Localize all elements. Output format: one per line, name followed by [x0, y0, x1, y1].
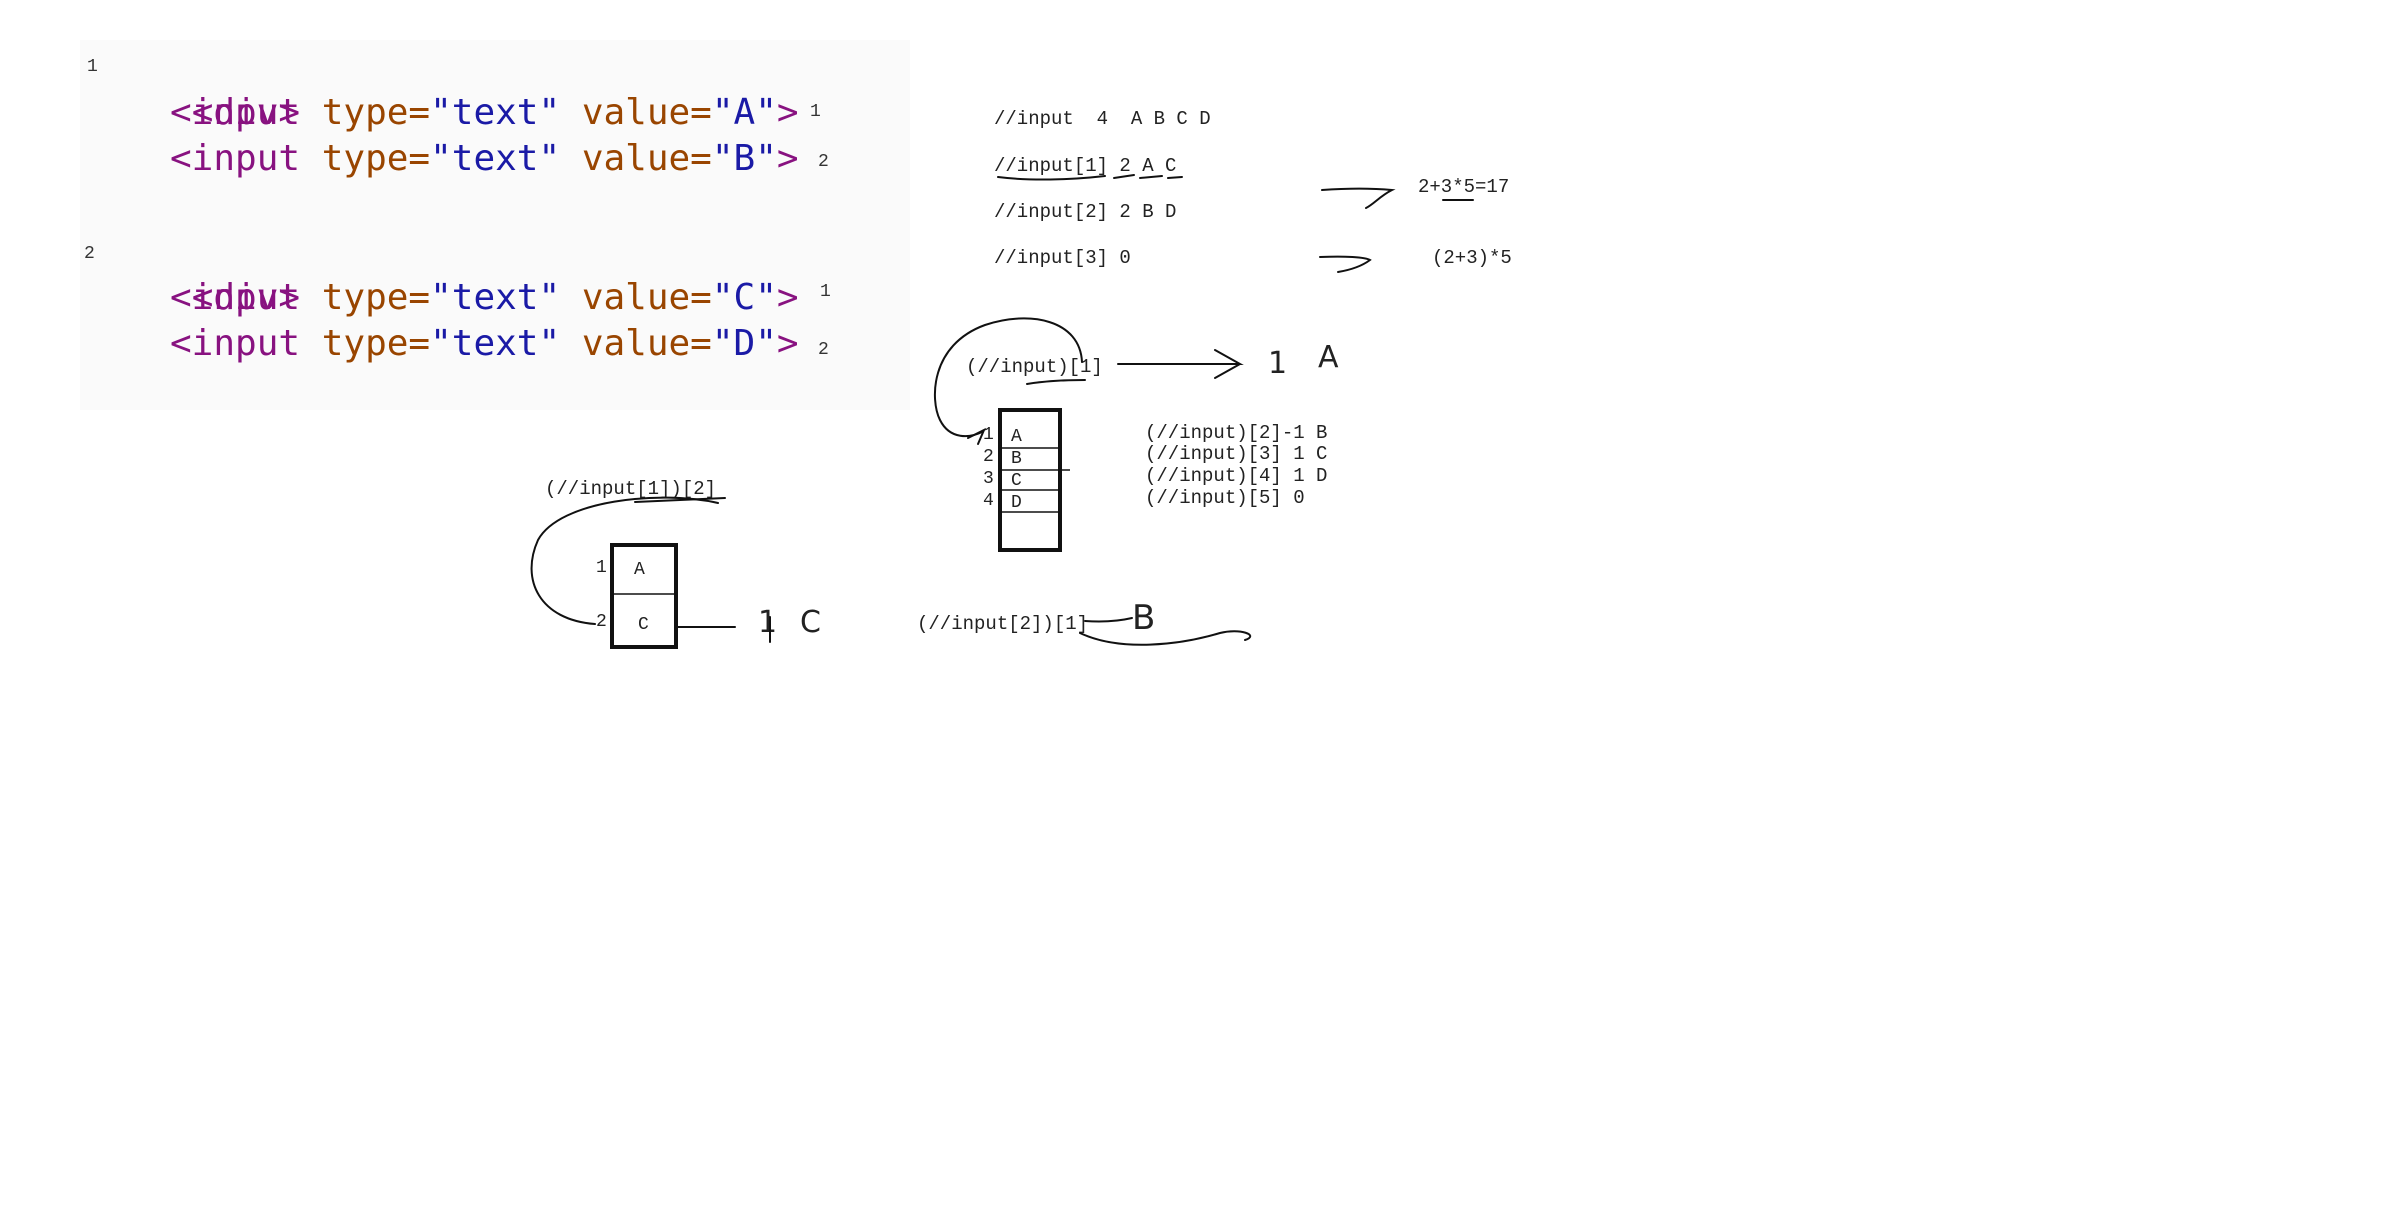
- note-grouped-nested-1: (//input[2])[1]: [917, 613, 1089, 635]
- scribble-nested-1: [1079, 630, 1252, 646]
- box-first-index-1: 1: [596, 558, 607, 578]
- input-tag-open: <input: [170, 323, 322, 364]
- value-value: "C": [711, 277, 777, 318]
- type-value: "text": [430, 277, 561, 318]
- type-value: "text": [430, 92, 561, 133]
- note-precedence-1: 2+3*5=17: [1418, 176, 1510, 198]
- input-tag-close: >: [776, 92, 799, 133]
- note-grouped-nested-2: (//input[1])[2]: [545, 478, 717, 500]
- note-xpath-third: //input[3] 0: [994, 247, 1131, 269]
- note-grouped-list-3: (//input)[4] 1 D: [1145, 465, 1328, 487]
- arrow-grouped-first: [1117, 349, 1244, 379]
- div-index-label: 2: [84, 244, 95, 264]
- result-value-a: A: [1318, 340, 1339, 375]
- underline-grouped-first: [1026, 379, 1086, 385]
- box-all-index-2: 2: [983, 447, 994, 467]
- input-tag-close: >: [776, 323, 799, 364]
- type-value: "text": [430, 323, 561, 364]
- note-xpath-second: //input[2] 2 B D: [994, 201, 1177, 223]
- result-count-1b: 1: [758, 605, 778, 640]
- underline-c: [1167, 176, 1183, 179]
- input-tag-close: >: [776, 138, 799, 179]
- input-tag-close: >: [776, 277, 799, 318]
- input-index-label: 2: [818, 152, 829, 172]
- value-attribute: value=: [560, 323, 712, 364]
- box-all-value-3: C: [1011, 471, 1022, 491]
- input-tag-open: <input: [170, 138, 322, 179]
- arrow-precedence-1: [1321, 187, 1396, 209]
- note-xpath-first: //input[1] 2 A C: [994, 155, 1177, 177]
- box-all-value-1: A: [1011, 427, 1022, 447]
- value-value: "B": [711, 138, 777, 179]
- box-all-index-1: 1: [983, 425, 994, 445]
- input-tag-open: <input: [170, 277, 322, 318]
- result-value-b: B: [1132, 598, 1156, 638]
- input-tag-open: <input: [170, 92, 322, 133]
- note-grouped-list-1: (//input)[2]-1 B: [1145, 422, 1328, 444]
- div-index-label: 1: [87, 57, 98, 77]
- box-all-index-4: 4: [983, 491, 994, 511]
- note-grouped-list-4: (//input)[5] 0: [1145, 487, 1305, 509]
- code-line-input-c: <input type="text" value="C">: [170, 275, 799, 321]
- value-attribute: value=: [560, 277, 712, 318]
- note-grouped-list-2: (//input)[3] 1 C: [1145, 443, 1328, 465]
- box-first-value-1: A: [634, 560, 645, 580]
- code-line-input-a: <input type="text" value="A">: [170, 90, 799, 136]
- whiteboard-canvas: 1 <div> <input type="text" value="A"> 1 …: [0, 0, 2383, 1208]
- result-value-c: C: [800, 605, 821, 640]
- value-attribute: value=: [560, 138, 712, 179]
- value-value: "A": [711, 92, 777, 133]
- note-precedence-2: (2+3)*5: [1432, 247, 1512, 269]
- input-index-label: 2: [818, 340, 829, 360]
- type-attribute: type=: [321, 138, 431, 179]
- input-index-label: 1: [820, 282, 831, 302]
- value-value: "D": [711, 323, 777, 364]
- type-value: "text": [430, 138, 561, 179]
- arrow-precedence-2: [1319, 255, 1372, 273]
- type-attribute: type=: [321, 277, 431, 318]
- loop-arrowhead-all: [967, 427, 986, 445]
- note-xpath-all: //input 4 A B C D: [994, 108, 1211, 130]
- code-line-input-d: <input type="text" value="D">: [170, 321, 799, 367]
- result-count-1: 1: [1268, 346, 1288, 381]
- box-all-value-4: D: [1011, 493, 1022, 513]
- box-all-value-2: B: [1011, 449, 1022, 469]
- box-first-value-2: C: [638, 615, 649, 635]
- value-attribute: value=: [560, 92, 712, 133]
- input-index-label: 1: [810, 102, 821, 122]
- box-first-index-2: 2: [596, 612, 607, 632]
- note-grouped-first: (//input)[1]: [966, 356, 1103, 378]
- type-attribute: type=: [321, 323, 431, 364]
- code-line-input-b: <input type="text" value="B">: [170, 136, 799, 182]
- box-all-frame: [998, 408, 1062, 552]
- type-attribute: type=: [321, 92, 431, 133]
- box-all-index-3: 3: [983, 469, 994, 489]
- loop-arrow-first: [530, 496, 719, 625]
- connector-nested-1: [1084, 617, 1133, 623]
